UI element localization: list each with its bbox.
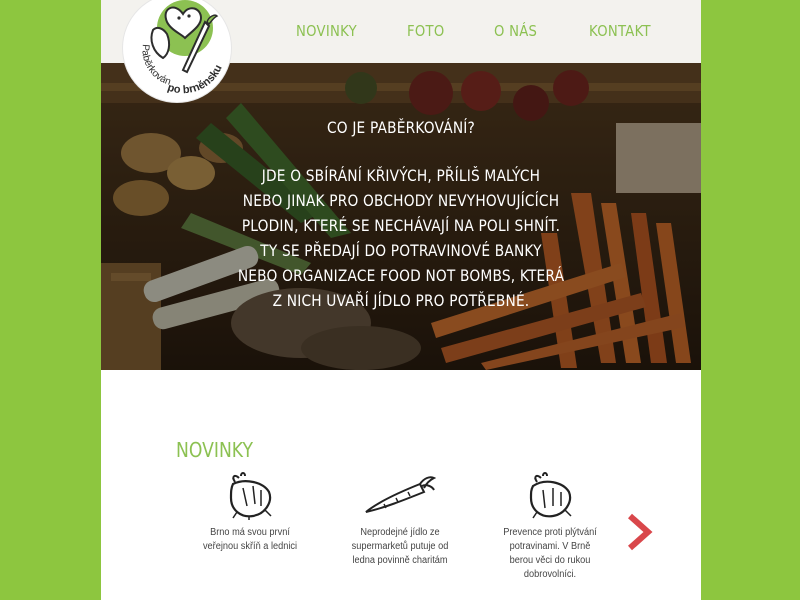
carrot-icon (365, 476, 436, 513)
news-text-line: Neprodejné jídlo ze (360, 527, 440, 538)
header: Paběrkování po brněnsku NOVINKY FOTO O N… (101, 0, 701, 102)
hero-text: CO JE PABĚRKOVÁNÍ? JDE O SBÍRÁNÍ KŘIVÝCH… (101, 63, 701, 370)
celeriac-icon (529, 472, 572, 519)
news-text-line: supermarketů putuje od (351, 541, 449, 552)
news-item[interactable]: Neprodejné jídlo ze supermarketů putuje … (335, 472, 465, 568)
news-heading: NOVINKY (176, 438, 253, 462)
site-logo[interactable]: Paběrkování po brněnsku (123, 0, 231, 102)
hero-line-2: NEBO JINAK PRO OBCHODY NEVYHOVUJÍCÍCH (242, 191, 560, 210)
hero-line-3: PLODIN, KTERÉ SE NECHÁVAJÍ NA POLI SHNÍT… (241, 216, 561, 235)
news-text-line: ledna povinně charitám (352, 555, 448, 566)
logo-graphic: Paběrkování po brněnsku (123, 0, 229, 100)
nav-o-nas[interactable]: O NÁS (494, 19, 537, 43)
nav-novinky[interactable]: NOVINKY (296, 19, 357, 43)
celeriac-icon (229, 472, 272, 520)
news-item-text: Brno má svou první veřejnou skříň a ledn… (190, 526, 310, 554)
nav-kontakt[interactable]: KONTAKT (589, 19, 651, 43)
news-item-text: Prevence proti plýtvání potravinami. V B… (490, 526, 610, 582)
chevron-right-icon (628, 513, 653, 551)
news-text-line: dobrovolníci. (523, 569, 577, 580)
news-text-line: berou věci do rukou (509, 555, 591, 566)
hero-line-1: JDE O SBÍRÁNÍ KŘIVÝCH, PŘÍLIŠ MALÝCH (261, 166, 541, 185)
page: Paběrkování po brněnsku NOVINKY FOTO O N… (101, 0, 701, 600)
next-arrow-button[interactable] (626, 512, 654, 552)
hero-banner: CO JE PABĚRKOVÁNÍ? JDE O SBÍRÁNÍ KŘIVÝCH… (101, 63, 701, 370)
news-text-line: Brno má svou první (210, 527, 290, 538)
news-text-line: Prevence proti plýtvání (503, 527, 597, 538)
news-text-line: veřejnou skříň a lednici (202, 541, 298, 552)
news-item[interactable]: Prevence proti plýtvání potravinami. V B… (485, 472, 615, 582)
nav-foto[interactable]: FOTO (407, 19, 444, 43)
hero-line-6: Z NICH UVAŘÍ JÍDLO PRO POTŘEBNÉ. (272, 291, 530, 310)
hero-title: CO JE PABĚRKOVÁNÍ? (326, 118, 476, 137)
news-item-text: Neprodejné jídlo ze supermarketů putuje … (340, 526, 460, 568)
news-text-line: potravinami. V Brně (509, 541, 591, 552)
hero-line-4: TY SE PŘEDAJÍ DO POTRAVINOVÉ BANKY (260, 241, 542, 260)
hero-line-5: NEBO ORGANIZACE FOOD NOT BOMBS, KTERÁ (237, 266, 565, 285)
news-item[interactable]: Brno má svou první veřejnou skříň a ledn… (185, 472, 315, 554)
